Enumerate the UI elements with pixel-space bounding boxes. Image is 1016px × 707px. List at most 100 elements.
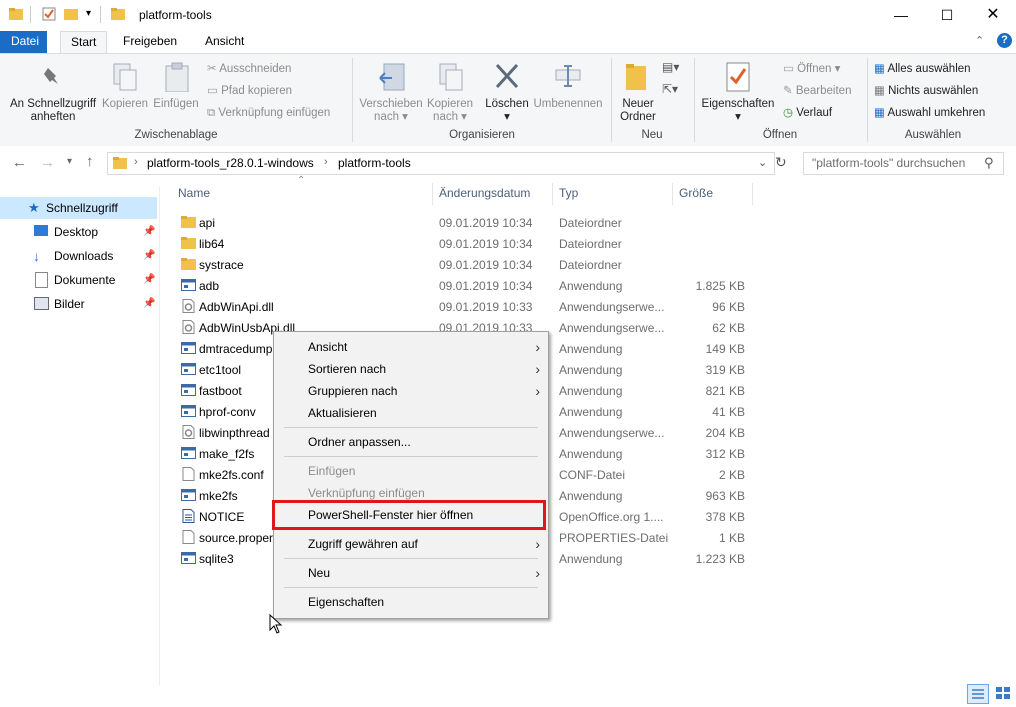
sidebar-item-desktop[interactable]: Desktop 📌 bbox=[0, 221, 157, 243]
file-row[interactable]: AdbWinApi.dll 09.01.2019 10:33 Anwendungse… bbox=[170, 296, 750, 317]
new-item-button[interactable]: ▤▾ bbox=[662, 60, 679, 74]
file-row[interactable]: api 09.01.2019 10:34 Dateiordner bbox=[170, 212, 750, 233]
document-icon bbox=[35, 272, 48, 288]
help-icon[interactable]: ? bbox=[997, 33, 1012, 48]
menu-item-group-by[interactable]: Gruppieren nach › bbox=[274, 380, 548, 402]
select-none-button[interactable]: ▦ Nichts auswählen bbox=[874, 82, 978, 100]
file-date: 09.01.2019 10:34 bbox=[439, 279, 533, 293]
properties-button[interactable]: Eigenschaften ▾ bbox=[698, 98, 778, 124]
move-to-button[interactable]: Verschieben nach ▾ bbox=[358, 98, 424, 124]
address-bar[interactable]: › platform-tools_r28.0.1-windows › platf… bbox=[107, 152, 775, 175]
search-box[interactable]: "platform-tools" durchsuchen ⚲ bbox=[803, 152, 1004, 175]
invert-selection-button[interactable]: ▦ Auswahl umkehren bbox=[874, 104, 985, 122]
column-header-name[interactable]: Name bbox=[178, 186, 210, 203]
search-placeholder: "platform-tools" durchsuchen bbox=[812, 156, 966, 170]
properties-quick-icon[interactable] bbox=[42, 7, 56, 21]
easy-access-button[interactable]: ⇱▾ bbox=[662, 82, 678, 96]
select-none-icon: ▦ bbox=[874, 85, 885, 97]
forward-arrow-icon[interactable]: → bbox=[40, 154, 55, 171]
star-icon: ★ bbox=[28, 200, 40, 215]
file-name: dmtracedump bbox=[199, 342, 273, 356]
menu-item-sort-by[interactable]: Sortieren nach › bbox=[274, 358, 548, 380]
pin-icon[interactable]: 📌 bbox=[143, 269, 155, 291]
tab-share[interactable]: Freigeben bbox=[113, 31, 187, 53]
file-row[interactable]: lib64 09.01.2019 10:34 Dateiordner bbox=[170, 233, 750, 254]
tab-file[interactable]: Datei bbox=[0, 31, 47, 53]
up-arrow-icon[interactable]: ↑ bbox=[86, 153, 94, 170]
tab-view[interactable]: Ansicht bbox=[195, 31, 254, 53]
sidebar-item-quick-access[interactable]: ★ Schnellzugriff bbox=[0, 197, 157, 219]
menu-item-label: Neu bbox=[308, 566, 331, 580]
file-row[interactable]: systrace 09.01.2019 10:34 Dateiordner bbox=[170, 254, 750, 275]
menu-item-view[interactable]: Ansicht › bbox=[274, 336, 548, 358]
column-divider[interactable] bbox=[752, 183, 753, 205]
file-name: NOTICE bbox=[199, 510, 245, 524]
ribbon-separator bbox=[867, 58, 868, 142]
column-divider[interactable] bbox=[672, 183, 673, 205]
refresh-icon[interactable]: ↻ bbox=[775, 154, 787, 171]
pin-icon[interactable]: 📌 bbox=[143, 221, 155, 243]
maximize-button[interactable]: ☐ bbox=[924, 0, 970, 31]
column-header-size[interactable]: Größe bbox=[679, 186, 713, 203]
column-header-type[interactable]: Typ bbox=[559, 186, 578, 203]
breadcrumb-chevron-icon[interactable]: › bbox=[134, 156, 138, 168]
dll-icon bbox=[181, 425, 196, 439]
breadcrumb-item[interactable]: platform-tools bbox=[338, 156, 411, 170]
paste-shortcut-button[interactable]: ⧉ Verknüpfung einfügen bbox=[207, 104, 330, 122]
menu-item-give-access[interactable]: Zugriff gewähren auf › bbox=[274, 533, 548, 555]
pin-icon[interactable]: 📌 bbox=[143, 293, 155, 315]
sidebar-item-downloads[interactable]: ↓ Downloads 📌 bbox=[0, 245, 157, 267]
menu-item-customize-folder[interactable]: Ordner anpassen... bbox=[274, 431, 548, 453]
pin-label-line2: anheften bbox=[30, 111, 76, 123]
recent-locations-icon[interactable]: ▾ bbox=[67, 156, 72, 167]
address-dropdown-icon[interactable]: ⌄ bbox=[758, 156, 767, 169]
search-icon[interactable]: ⚲ bbox=[984, 155, 994, 171]
file-row[interactable]: adb 09.01.2019 10:34 Anwendung 1.825 KB bbox=[170, 275, 750, 296]
title-bar: ▾ platform-tools — ☐ ✕ bbox=[0, 0, 1016, 31]
file-size: 1.825 KB bbox=[695, 279, 745, 293]
sidebar-item-documents[interactable]: Dokumente 📌 bbox=[0, 269, 157, 291]
column-divider[interactable] bbox=[432, 183, 433, 205]
select-all-button[interactable]: ▦ Alles auswählen bbox=[874, 60, 971, 78]
new-folder-quick-icon[interactable] bbox=[64, 7, 78, 21]
rename-button[interactable]: Umbenennen bbox=[532, 98, 604, 111]
menu-item-properties[interactable]: Eigenschaften bbox=[274, 591, 548, 613]
customize-quick-access-icon[interactable]: ▾ bbox=[86, 8, 91, 19]
history-button[interactable]: ◷ Verlauf bbox=[783, 104, 832, 122]
file-name: libwinpthread bbox=[199, 426, 270, 440]
paste-button[interactable]: Einfügen bbox=[151, 98, 201, 111]
edit-button[interactable]: ✎ Bearbeiten bbox=[783, 82, 851, 100]
pin-quick-access-button[interactable]: An Schnellzugriff anheften bbox=[4, 98, 102, 124]
copyto-label-line1: Kopieren bbox=[426, 98, 474, 110]
menu-item-refresh[interactable]: Aktualisieren bbox=[274, 402, 548, 424]
collapse-ribbon-icon[interactable]: ⌃ bbox=[975, 34, 984, 47]
shortcut-icon: ⧉ bbox=[207, 107, 216, 119]
file-type: OpenOffice.org 1.... bbox=[559, 510, 664, 524]
cut-button[interactable]: ✂ Ausschneiden bbox=[207, 60, 291, 78]
menu-item-label: Gruppieren nach bbox=[308, 384, 398, 398]
column-divider[interactable] bbox=[552, 183, 553, 205]
close-button[interactable]: ✕ bbox=[970, 0, 1016, 31]
large-icons-view-icon[interactable] bbox=[993, 684, 1013, 702]
column-header-date[interactable]: Änderungsdatum bbox=[439, 186, 530, 203]
file-date: 09.01.2019 10:34 bbox=[439, 216, 533, 230]
sidebar-item-pictures[interactable]: Bilder 📌 bbox=[0, 293, 157, 315]
delete-button[interactable]: Löschen ▾ bbox=[482, 98, 532, 124]
back-arrow-icon[interactable]: ← bbox=[12, 154, 27, 171]
copy-path-button[interactable]: ▭ Pfad kopieren bbox=[207, 82, 292, 100]
tab-start[interactable]: Start bbox=[60, 31, 108, 54]
breadcrumb-item[interactable]: platform-tools_r28.0.1-windows bbox=[147, 156, 314, 170]
new-folder-button[interactable]: Neuer Ordner bbox=[614, 98, 662, 124]
open-button[interactable]: ▭ Öffnen ▾ bbox=[783, 60, 840, 78]
minimize-button[interactable]: — bbox=[878, 0, 924, 31]
copy-button[interactable]: Kopieren bbox=[100, 98, 150, 111]
submenu-arrow-icon: › bbox=[535, 361, 540, 377]
details-view-icon[interactable] bbox=[967, 684, 989, 704]
menu-item-new[interactable]: Neu › bbox=[274, 562, 548, 584]
breadcrumb-chevron-icon[interactable]: › bbox=[324, 156, 328, 168]
copy-to-button[interactable]: Kopieren nach ▾ bbox=[424, 98, 476, 124]
history-icon: ◷ bbox=[783, 107, 794, 119]
menu-item-paste[interactable]: Einfügen bbox=[274, 460, 548, 482]
group-label-organize: Organisieren bbox=[449, 129, 515, 141]
pin-icon[interactable]: 📌 bbox=[143, 245, 155, 267]
